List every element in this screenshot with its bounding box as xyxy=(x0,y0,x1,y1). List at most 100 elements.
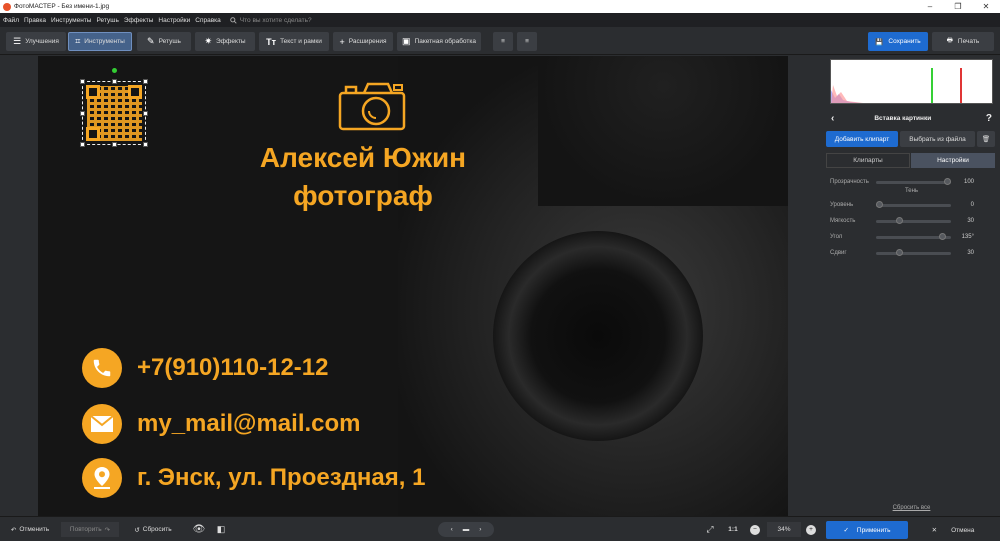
folder-icon[interactable]: ▬ xyxy=(463,526,470,533)
slider-softness-label: Мягкость xyxy=(830,218,856,224)
back-arrow-icon[interactable]: ‹ xyxy=(831,113,834,124)
brush-icon: ✎ xyxy=(147,36,155,46)
slider-offset[interactable]: Сдвиг 30 xyxy=(830,248,980,258)
close-icon[interactable]: ✕ xyxy=(972,0,1000,13)
menu-settings[interactable]: Настройки xyxy=(158,17,190,24)
slider-offset-label: Сдвиг xyxy=(830,250,847,256)
phone-icon xyxy=(82,348,122,388)
slider-softness-knob[interactable] xyxy=(896,217,904,224)
slider-offset-value: 30 xyxy=(967,250,974,256)
slider-angle-track[interactable] xyxy=(876,233,951,240)
resize-handle-tr[interactable] xyxy=(143,79,148,84)
card-name: Алексей Южин xyxy=(259,142,467,173)
tab-extensions[interactable]: + Расширения xyxy=(333,32,393,51)
slider-opacity-track[interactable] xyxy=(876,178,951,185)
image-canvas[interactable]: Алексей Южин фотограф +7(910)110-12-12 m… xyxy=(38,56,788,516)
eye-icon[interactable]: 👁 xyxy=(190,522,208,537)
qr-finder-tl xyxy=(86,85,100,99)
fit-screen-icon[interactable]: ⤢ xyxy=(702,522,718,537)
menu-help[interactable]: Справка xyxy=(195,17,221,24)
tab-settings[interactable]: Настройки xyxy=(911,153,995,168)
redo-icon: ↷ xyxy=(104,526,111,534)
slider-level-knob[interactable] xyxy=(876,201,883,208)
menu-effects[interactable]: Эффекты xyxy=(124,17,154,24)
card-profession: фотограф xyxy=(293,180,433,211)
tab-text-frames[interactable]: Tт Текст и рамки xyxy=(259,32,329,51)
undo-button[interactable]: ↶ Отменить xyxy=(4,522,56,537)
batch-icon: ▣ xyxy=(402,36,411,46)
zoom-level-field[interactable]: 34% xyxy=(767,522,801,537)
resize-handle-tl[interactable] xyxy=(80,79,85,84)
menu-file[interactable]: Файл xyxy=(3,17,19,24)
search-icon xyxy=(230,16,237,24)
crop-icon: ⌗ xyxy=(75,36,81,46)
menu-retouch[interactable]: Ретушь xyxy=(96,17,118,24)
location-pin-icon xyxy=(82,458,122,498)
resize-handle-bl[interactable] xyxy=(80,142,85,147)
redo-button[interactable]: Повторить ↷ xyxy=(61,522,119,537)
tab-retouch[interactable]: ✎ Ретушь xyxy=(137,32,191,51)
slider-level-track[interactable] xyxy=(876,201,951,208)
slider-angle[interactable]: Угол 135° xyxy=(830,232,980,242)
contact-address: г. Энск, ул. Проездная, 1 xyxy=(82,458,425,498)
slider-level-label: Уровень xyxy=(830,202,854,208)
apply-button[interactable]: ✓ Применить xyxy=(826,521,908,539)
help-icon[interactable]: ? xyxy=(986,113,992,124)
slider-offset-track[interactable] xyxy=(876,249,951,256)
add-clipart-button[interactable]: Добавить клипарт xyxy=(826,131,898,147)
zoom-out-icon[interactable]: − xyxy=(748,522,762,537)
history-settings-icon[interactable]: ≡ xyxy=(517,32,537,51)
save-button[interactable]: 💾 Сохранить xyxy=(868,32,928,51)
slider-angle-knob[interactable] xyxy=(939,233,947,240)
slider-level[interactable]: Уровень 0 xyxy=(830,200,980,210)
tab-enhancements[interactable]: ☰ Улучшения xyxy=(6,32,66,51)
email-text: my_mail@mail.com xyxy=(137,410,361,437)
shadow-section-title: Тень xyxy=(904,188,919,194)
print-button[interactable]: 🖶 Печать xyxy=(932,32,994,51)
menu-search[interactable]: Что вы хотите сделать? xyxy=(230,17,312,24)
resize-handle-r[interactable] xyxy=(143,111,148,116)
floppy-icon: 💾 xyxy=(875,38,884,46)
resize-handle-br[interactable] xyxy=(143,142,148,147)
zoom-in-icon[interactable]: + xyxy=(804,522,818,537)
reset-all-link[interactable]: Сбросить все xyxy=(823,505,1000,511)
cancel-x-icon: ✕ xyxy=(931,527,938,534)
zoom-ratio-button[interactable]: 1:1 xyxy=(724,522,742,537)
slider-opacity[interactable]: Прозрачность 100 xyxy=(830,177,980,187)
minimize-icon[interactable]: – xyxy=(916,0,944,13)
prev-image-icon[interactable]: ‹ xyxy=(451,526,453,533)
plus-icon: + xyxy=(339,36,345,47)
main-toolbar: ☰ Улучшения ⌗ Инструменты ✎ Ретушь ✷ Эффекты… xyxy=(0,27,1000,55)
resize-handle-b[interactable] xyxy=(112,142,117,147)
undo-icon: ↶ xyxy=(10,526,17,534)
slider-opacity-knob[interactable] xyxy=(944,178,951,185)
menu-tools[interactable]: Инструменты xyxy=(51,17,92,24)
slider-angle-label: Угол xyxy=(830,234,843,240)
compare-icon[interactable]: ◧ xyxy=(212,522,230,537)
check-icon: ✓ xyxy=(843,527,849,534)
tab-effects[interactable]: ✷ Эффекты xyxy=(195,32,255,51)
reset-button[interactable]: ↺ Сбросить xyxy=(127,522,179,537)
slider-offset-knob[interactable] xyxy=(896,249,904,256)
next-image-icon[interactable]: › xyxy=(479,526,481,533)
resize-handle-l[interactable] xyxy=(80,111,85,116)
contact-phone: +7(910)110-12-12 xyxy=(82,348,328,388)
tab-cliparts[interactable]: Клипарты xyxy=(826,153,910,168)
qr-code-clipart[interactable] xyxy=(80,68,148,147)
compare-settings-icon[interactable]: ≡ xyxy=(493,32,513,51)
menu-edit[interactable]: Правка xyxy=(24,17,46,24)
slider-softness-track[interactable] xyxy=(876,217,951,224)
slider-softness[interactable]: Мягкость 30 xyxy=(830,216,980,226)
address-text: г. Энск, ул. Проездная, 1 xyxy=(137,464,426,491)
slider-level-value: 0 xyxy=(970,202,974,208)
trash-icon[interactable]: 🗑 xyxy=(977,131,995,147)
maximize-icon[interactable]: ❐ xyxy=(944,0,972,13)
cancel-button[interactable]: ✕ Отмена xyxy=(912,521,994,539)
resize-handle-t[interactable] xyxy=(112,79,117,84)
rotate-handle[interactable] xyxy=(112,68,117,73)
tab-tools[interactable]: ⌗ Инструменты xyxy=(68,32,132,51)
choose-file-button[interactable]: Выбрать из файла xyxy=(900,131,975,147)
tab-batch[interactable]: ▣ Пакетная обработка xyxy=(397,32,481,51)
slider-opacity-value: 100 xyxy=(963,179,974,185)
contact-email: my_mail@mail.com xyxy=(82,404,361,444)
